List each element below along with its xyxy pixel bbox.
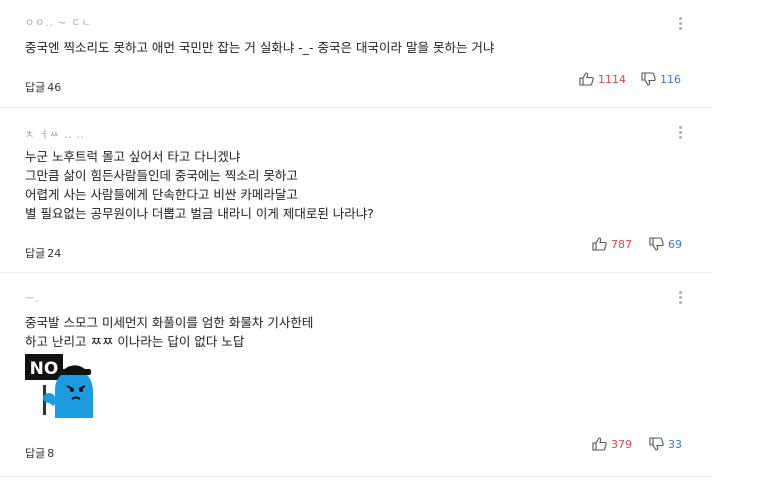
divider [0, 476, 712, 477]
comment-author[interactable]: ㅡ. [25, 290, 39, 305]
reply-label: 답글 [25, 81, 46, 94]
dislike-count: 33 [668, 437, 682, 451]
comment-line: 별 필요없는 공무원이나 더뽑고 벌금 내라니 이게 제대로된 나라냐? [25, 206, 374, 221]
thumbs-up-icon [579, 72, 594, 86]
comment-text: 중국발 스모그 미세먼지 화풀이를 엄한 화물차 기사한테 하고 난리고 ㅉㅉ … [25, 313, 313, 351]
reply-count: 24 [47, 247, 62, 260]
thumbs-down-icon [641, 72, 656, 86]
like-button[interactable]: 1114 [579, 72, 626, 86]
comment-line: 중국엔 찍소리도 못하고 애먼 국민만 잡는 거 실화냐 -_- 중국은 대국이… [25, 40, 495, 55]
comment-text: 누군 노후트럭 몰고 싶어서 타고 다니겠냐 그만큼 삶이 힘든사람들인데 중국… [25, 147, 374, 223]
thumbs-up-icon [592, 437, 607, 451]
like-count: 379 [611, 437, 632, 451]
comment-line: 하고 난리고 ㅉㅉ 이나라는 답이 없다 노답 [25, 334, 245, 349]
reply-button[interactable]: 답글 24 [25, 245, 61, 261]
more-options-icon[interactable] [676, 291, 684, 307]
more-options-icon[interactable] [676, 17, 684, 33]
reply-count: 46 [47, 81, 62, 94]
reply-button[interactable]: 답글 46 [25, 79, 61, 95]
comment-text: 중국엔 찍소리도 못하고 애먼 국민만 잡는 거 실화냐 -_- 중국은 대국이… [25, 38, 494, 57]
like-button[interactable]: 379 [592, 437, 632, 451]
like-count: 787 [611, 237, 632, 251]
sticker-label: NO [30, 359, 59, 379]
comment-line: 중국발 스모그 미세먼지 화풀이를 엄한 화물차 기사한테 [25, 315, 314, 330]
thumbs-up-icon [592, 237, 607, 251]
no-sticker: NO [25, 352, 95, 422]
dislike-count: 116 [660, 72, 681, 86]
reply-button[interactable]: 답글 8 [25, 445, 54, 461]
comment-line: 어렵게 사는 사람들에게 단속한다고 비싼 카메라달고 [25, 187, 298, 202]
dislike-button[interactable]: 33 [649, 437, 682, 451]
thumbs-down-icon [649, 437, 664, 451]
comment-author[interactable]: ㅊ ㅓㅆ .. .. [25, 126, 85, 141]
thumbs-down-icon [649, 237, 664, 251]
dislike-button[interactable]: 116 [641, 72, 681, 86]
divider [0, 107, 712, 108]
like-count: 1114 [598, 72, 626, 86]
dislike-button[interactable]: 69 [649, 237, 682, 251]
comment-line: 누군 노후트럭 몰고 싶어서 타고 다니겠냐 [25, 149, 241, 164]
dislike-count: 69 [668, 237, 682, 251]
comment-line: 그만큼 삶이 힘든사람들인데 중국에는 찍소리 못하고 [25, 168, 298, 183]
reply-label: 답글 [25, 447, 46, 460]
reply-label: 답글 [25, 247, 46, 260]
divider [0, 272, 712, 273]
like-button[interactable]: 787 [592, 237, 632, 251]
more-options-icon[interactable] [676, 126, 684, 142]
reply-count: 8 [47, 447, 55, 460]
comment-author[interactable]: ㅇㅇ.. ~ ㄷㄴ [25, 14, 92, 29]
